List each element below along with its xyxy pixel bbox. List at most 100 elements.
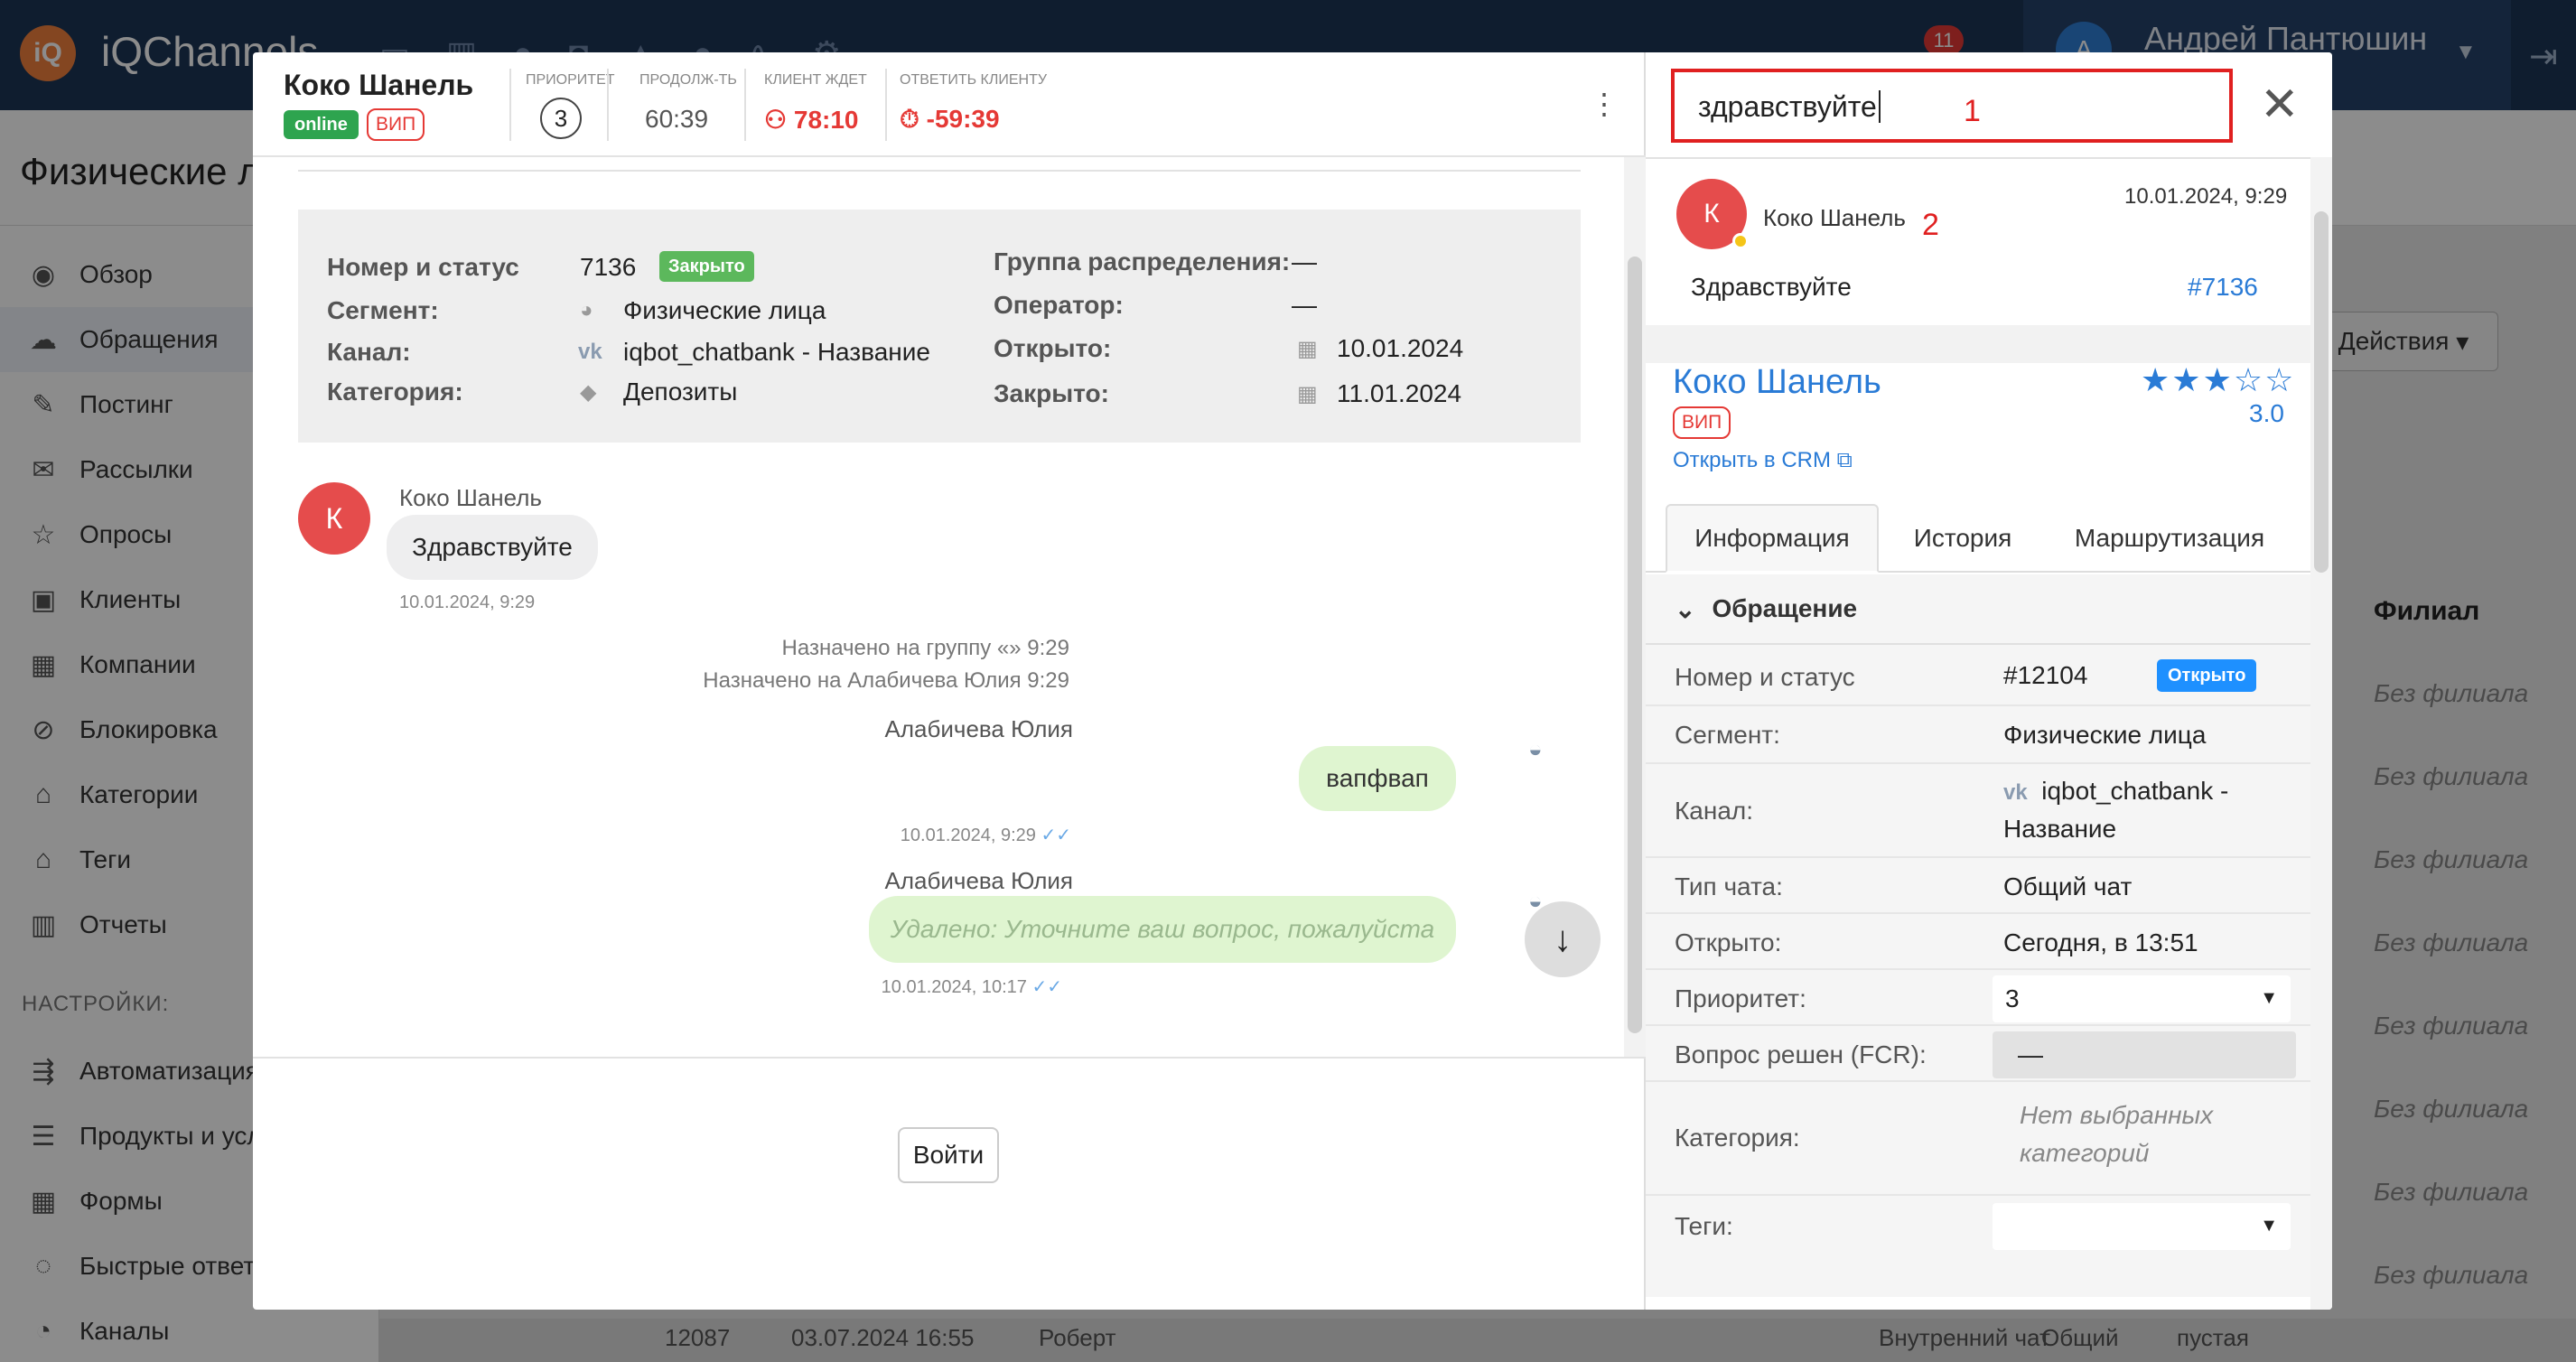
field-value: Сегодня, в 13:51 bbox=[2003, 928, 2198, 956]
result-author: Коко Шанель bbox=[1763, 204, 1906, 231]
field-label: Теги: bbox=[1675, 1212, 1733, 1240]
fcr-field[interactable]: — bbox=[1993, 1031, 2296, 1078]
field-row: Номер и статус #12104 Открыто bbox=[1646, 647, 2310, 706]
info-closed-label: Закрыто: bbox=[994, 379, 1109, 407]
info-operator-label: Оператор: bbox=[994, 291, 1124, 319]
message-time: 10.01.2024, 9:29 ✓✓ bbox=[901, 824, 1071, 846]
star-filled-icon: ★ bbox=[2141, 361, 2172, 398]
tags-select[interactable]: ▼ bbox=[1993, 1203, 2291, 1250]
client-name-link[interactable]: Коко Шанель bbox=[1673, 363, 1881, 402]
scrollbar-thumb[interactable] bbox=[2314, 211, 2329, 573]
info-category-label: Категория: bbox=[327, 378, 463, 406]
caret-down-icon: ▼ bbox=[2260, 988, 2278, 1008]
info-segment-label: Сегмент: bbox=[327, 296, 439, 324]
priority-select[interactable]: 3 ▼ bbox=[1993, 975, 2291, 1022]
operator-avatar-icon: ◒ bbox=[1528, 735, 1543, 762]
message-author: Коко Шанель bbox=[399, 484, 542, 511]
closed-status-badge: Закрыто bbox=[659, 251, 754, 282]
text-cursor bbox=[1878, 90, 1889, 123]
scrollbar-thumb[interactable] bbox=[1628, 257, 1642, 1033]
message-time-text: 10.01.2024, 10:17 bbox=[881, 977, 1027, 997]
field-row: Вопрос решен (FCR): — bbox=[1646, 1026, 2310, 1082]
chat-header: Коко Шанель online ВИП ПРИОРИТЕТ 3 ПРОДО… bbox=[253, 52, 1646, 157]
message-author: Алабичева Юлия bbox=[884, 715, 1073, 742]
section-separator bbox=[1646, 325, 2310, 363]
duration-label: ПРОДОЛЖ-ТЬ bbox=[639, 72, 737, 88]
priority-select-value: 3 bbox=[2005, 984, 2020, 1012]
star-empty-icon: ☆ bbox=[2264, 361, 2296, 398]
deleted-message-bubble[interactable]: Удалено: Уточните ваш вопрос, пожалуйста bbox=[869, 896, 1456, 963]
info-group-value: — bbox=[1292, 247, 1317, 275]
divider bbox=[607, 69, 609, 141]
info-opened-label: Открыто: bbox=[994, 334, 1112, 362]
double-check-icon: ✓✓ bbox=[1041, 826, 1071, 845]
result-text[interactable]: Здравствуйте bbox=[1691, 273, 1852, 302]
category-placeholder[interactable]: Нет выбранных категорий bbox=[2020, 1096, 2213, 1172]
chat-scrollbar[interactable] bbox=[1624, 157, 1646, 1057]
section-toggle[interactable]: ⌄ Обращение bbox=[1646, 574, 2310, 645]
info-opened-value: 10.01.2024 bbox=[1337, 334, 1464, 362]
scroll-down-button[interactable]: ↓ bbox=[1525, 901, 1601, 977]
field-row: Тип чата: Общий чат bbox=[1646, 858, 2310, 914]
info-number-label: Номер и статус bbox=[327, 253, 519, 281]
field-label: Вопрос решен (FCR): bbox=[1675, 1040, 1927, 1068]
more-options-icon[interactable]: ⋮ bbox=[1590, 87, 1619, 121]
priority-label: ПРИОРИТЕТ bbox=[526, 72, 615, 88]
vip-badge: ВИП bbox=[367, 108, 425, 141]
field-value: Название bbox=[2003, 815, 2117, 843]
field-row: Сегмент: Физические лица bbox=[1646, 706, 2310, 764]
close-icon[interactable]: ✕ bbox=[2260, 78, 2300, 132]
external-link-icon: ⧉ bbox=[1836, 448, 1853, 472]
reply-label: ОТВЕТИТЬ КЛИЕНТУ bbox=[900, 72, 1048, 88]
star-filled-icon: ★ bbox=[2171, 361, 2203, 398]
message-time: 10.01.2024, 9:29 bbox=[399, 592, 536, 612]
client-wait-time: 78:10 bbox=[793, 106, 859, 134]
message-time: 10.01.2024, 10:17 ✓✓ bbox=[882, 975, 1062, 998]
vk-icon: vk bbox=[578, 340, 602, 364]
annotation-number: 1 bbox=[1964, 94, 1981, 128]
tab-information[interactable]: Информация bbox=[1666, 504, 1879, 573]
calendar-check-icon: ▦ bbox=[1297, 382, 1318, 406]
field-label: Номер и статус bbox=[1675, 663, 1855, 691]
result-request-link[interactable]: #7136 bbox=[2188, 273, 2258, 302]
client-wait-label: КЛИЕНТ ЖДЕТ bbox=[764, 72, 867, 88]
tab-history[interactable]: История bbox=[1895, 504, 2030, 573]
divider bbox=[509, 69, 511, 141]
message-bubble[interactable]: Здравствуйте bbox=[387, 515, 598, 580]
info-group-label: Группа распределения: bbox=[994, 247, 1291, 275]
field-value: Физические лица bbox=[2003, 721, 2207, 749]
info-segment-value: Физические лица bbox=[623, 296, 826, 324]
info-operator-value: — bbox=[1292, 291, 1317, 319]
composer-area bbox=[253, 1057, 1646, 1310]
field-value: Общий чат bbox=[2003, 872, 2133, 900]
message-bubble[interactable]: вапфвап bbox=[1299, 746, 1456, 811]
channel-line-1: iqbot_chatbank - bbox=[2041, 777, 2229, 805]
open-crm-link[interactable]: Открыть в CRM ⧉ bbox=[1673, 448, 1853, 473]
info-category-value: Депозиты bbox=[623, 378, 738, 406]
stopwatch-icon: ⏱ bbox=[900, 105, 919, 133]
rating-value: 3.0 bbox=[2249, 399, 2284, 427]
client-name: Коко Шанель bbox=[284, 69, 474, 101]
login-button[interactable]: Войти bbox=[898, 1127, 999, 1183]
duration-value: 60:39 bbox=[645, 105, 709, 133]
chat-modal: Коко Шанель online ВИП ПРИОРИТЕТ 3 ПРОДО… bbox=[253, 52, 2332, 1310]
pie-icon: ◕ bbox=[580, 298, 593, 322]
field-label: Открыто: bbox=[1675, 928, 1782, 956]
user-clock-icon: ⚇ bbox=[764, 106, 788, 134]
system-message: Назначено на группу «» 9:29 bbox=[781, 636, 1069, 660]
field-label: Категория: bbox=[1675, 1124, 1800, 1152]
open-crm-label: Открыть в CRM bbox=[1673, 448, 1831, 472]
rating-stars: ★★★☆☆ bbox=[2141, 361, 2295, 399]
request-info-box: Номер и статус 7136 Сегмент: ◕ Физически… bbox=[298, 210, 1581, 443]
panel-scrollbar[interactable] bbox=[2310, 157, 2332, 1310]
info-channel-label: Канал: bbox=[327, 338, 411, 366]
annotation-number: 2 bbox=[1922, 208, 1939, 242]
star-filled-icon: ★ bbox=[2202, 361, 2234, 398]
field-row: Открыто: Сегодня, в 13:51 bbox=[1646, 914, 2310, 970]
online-badge: online bbox=[284, 110, 359, 139]
open-status-badge: Открыто bbox=[2157, 659, 2257, 692]
reply-time: -59:39 bbox=[926, 105, 1000, 133]
search-input[interactable]: здравствуйте bbox=[1671, 69, 2233, 143]
vip-badge: ВИП bbox=[1673, 406, 1731, 439]
tab-routing[interactable]: Маршрутизация bbox=[2043, 504, 2296, 573]
